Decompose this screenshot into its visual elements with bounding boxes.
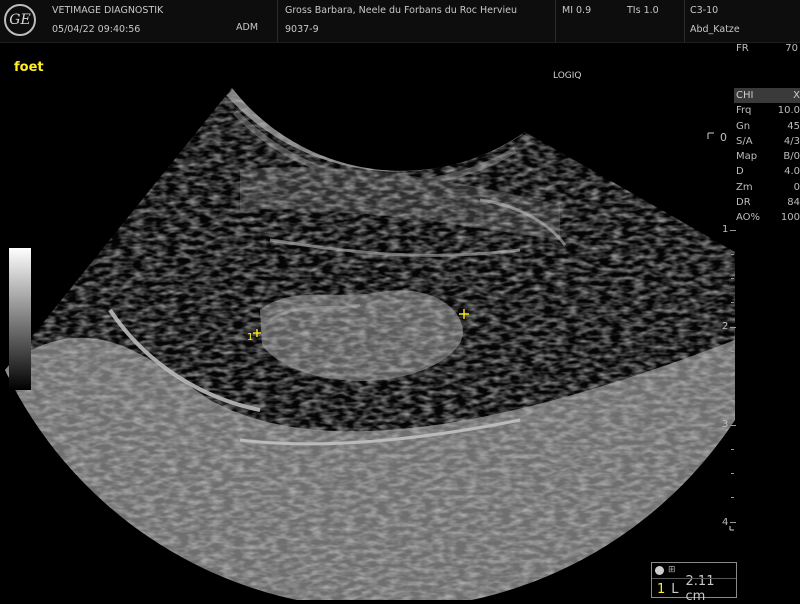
param-label: Map — [736, 151, 758, 163]
param-label: D — [736, 166, 744, 178]
measurement-index: 1 — [657, 581, 666, 597]
focus-marker — [729, 526, 734, 531]
imaging-parameters-panel: CHI X Frq 10.0 Gn 45 S/A 4/3 Map B/0 D 4.0 Zm… — [734, 88, 800, 226]
param-row: Zm 0 — [734, 180, 800, 195]
param-value: 4.0 — [784, 166, 800, 178]
param-value: 84 — [787, 197, 800, 209]
param-label: Frq — [736, 105, 752, 117]
depth-mark-4: 4 — [722, 517, 729, 528]
measurement-result: 1 L 2.11 cm — [652, 574, 736, 604]
param-row: S/A 4/3 — [734, 134, 800, 149]
param-header-label: CHI — [736, 90, 754, 101]
param-row: D 4.0 — [734, 164, 800, 179]
param-label: Gn — [736, 120, 751, 132]
param-value: B/0 — [783, 151, 800, 163]
ultrasound-image — [5, 88, 736, 600]
record-dot-icon — [655, 566, 664, 575]
param-label: AO% — [736, 212, 761, 224]
frame-rate-value: 70 — [785, 43, 798, 54]
param-value: 0 — [793, 181, 800, 193]
grayscale-bar — [9, 248, 31, 390]
param-row: Frq 10.0 — [734, 103, 800, 118]
param-value: 10.0 — [777, 105, 800, 117]
param-row: DR 84 — [734, 195, 800, 210]
depth-mark-1: 1 — [722, 224, 729, 235]
param-row: Map B/0 — [734, 149, 800, 164]
param-label: Zm — [736, 181, 753, 193]
param-value: 100 — [780, 212, 800, 224]
caliper-number: 1 — [247, 332, 254, 343]
depth-mark-3: 3 — [722, 419, 729, 430]
focus-marker — [707, 132, 714, 139]
annotation-text: foet — [14, 60, 44, 75]
param-value: 4/3 — [783, 135, 800, 147]
param-label: DR — [736, 197, 751, 209]
measurement-toolbar: ⊞ — [652, 563, 736, 579]
param-label: S/A — [736, 135, 753, 147]
frame-rate: FR 70 — [736, 43, 798, 54]
brand-label: LOGIQ — [553, 71, 582, 81]
frame-rate-label: FR — [736, 43, 749, 54]
measure-icon: ⊞ — [668, 565, 676, 575]
param-row: Gn 45 — [734, 119, 800, 134]
param-value: 45 — [787, 120, 800, 132]
depth-mark-2: 2 — [722, 321, 729, 332]
param-header[interactable]: CHI X — [734, 88, 800, 104]
measurement-type: L — [671, 581, 679, 597]
param-row: AO% 100 — [734, 210, 800, 225]
orientation-marker: 0 — [720, 131, 727, 144]
measurement-box[interactable]: ⊞ 1 L 2.11 cm — [651, 562, 737, 604]
param-header-value: X — [793, 90, 800, 101]
